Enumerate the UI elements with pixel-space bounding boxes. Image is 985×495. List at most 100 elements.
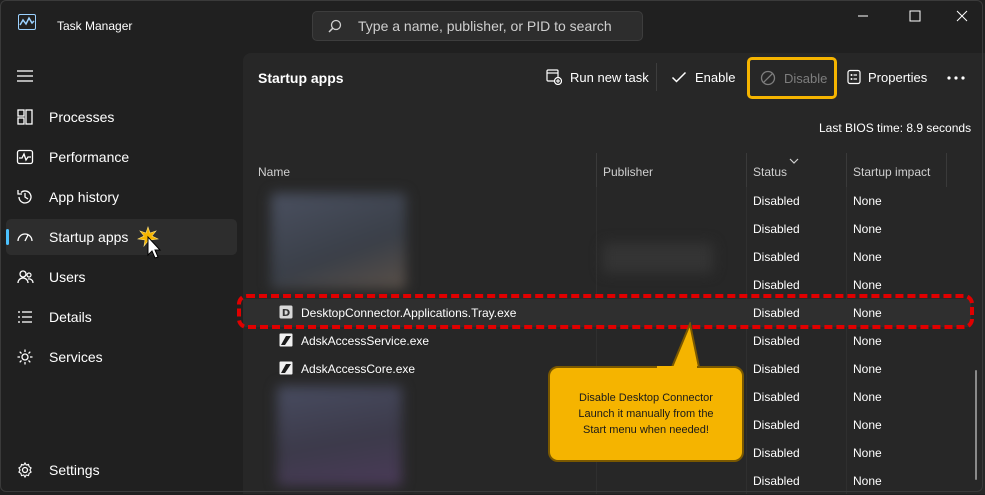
sidebar-item-label: Startup apps bbox=[49, 229, 129, 245]
impact-cell: None bbox=[853, 418, 882, 432]
mouse-cursor-icon bbox=[137, 226, 162, 259]
column-header-startup-impact[interactable]: Startup impact bbox=[853, 165, 930, 179]
status-cell: Disabled bbox=[753, 446, 800, 460]
column-header-name[interactable]: Name bbox=[258, 165, 290, 179]
status-cell: Disabled bbox=[753, 362, 800, 376]
sort-descending-icon bbox=[789, 158, 799, 164]
app-name: AdskAccessCore.exe bbox=[301, 362, 416, 376]
status-cell: Disabled bbox=[753, 250, 800, 264]
impact-cell: None bbox=[853, 474, 882, 488]
column-header-status[interactable]: Status bbox=[753, 165, 787, 179]
status-cell: Disabled bbox=[753, 194, 800, 208]
callout-pointer-join bbox=[657, 366, 697, 370]
enable-button[interactable]: Enable bbox=[671, 67, 741, 89]
column-separator[interactable] bbox=[596, 153, 597, 187]
status-cell: Disabled bbox=[753, 418, 800, 432]
sidebar-item-label: Settings bbox=[49, 462, 100, 478]
sidebar-item-label: Services bbox=[49, 349, 103, 365]
sidebar-item-settings[interactable]: Settings bbox=[6, 452, 237, 488]
sidebar-item-label: App history bbox=[49, 189, 120, 205]
status-cell: Disabled bbox=[753, 222, 800, 236]
title-bar: Task Manager Type a name, publisher, or … bbox=[0, 0, 985, 52]
search-icon bbox=[328, 19, 342, 33]
callout-text-line: Launch it manually from the bbox=[578, 408, 714, 420]
users-icon bbox=[17, 270, 34, 284]
callout-text-line: Start menu when needed! bbox=[583, 424, 709, 436]
sidebar-item-label: Details bbox=[49, 309, 92, 325]
table-row[interactable]: Disabled None bbox=[243, 243, 971, 271]
checkmark-icon bbox=[671, 71, 687, 83]
disable-highlight-box: Disable bbox=[747, 57, 837, 99]
run-new-task-label: Run new task bbox=[570, 70, 649, 85]
callout-text-line: Disable Desktop Connector bbox=[579, 392, 713, 404]
vertical-scrollbar[interactable] bbox=[975, 370, 977, 480]
column-header-publisher[interactable]: Publisher bbox=[603, 165, 653, 179]
properties-icon bbox=[847, 69, 861, 85]
toolbar-divider bbox=[656, 63, 657, 91]
impact-cell: None bbox=[853, 334, 882, 348]
sidebar-item-app-history[interactable]: App history bbox=[6, 179, 237, 215]
table-row[interactable]: AdskAccessService.exe Disabled None bbox=[243, 327, 971, 355]
column-separator[interactable] bbox=[946, 153, 947, 187]
active-indicator bbox=[6, 229, 9, 245]
enable-label: Enable bbox=[695, 70, 736, 85]
sidebar-item-startup-apps[interactable]: Startup apps bbox=[6, 219, 237, 259]
bios-time: Last BIOS time: 8.9 seconds bbox=[819, 121, 972, 135]
table-row[interactable]: Disabled None bbox=[243, 187, 971, 215]
sidebar-item-label: Processes bbox=[49, 109, 115, 125]
status-cell: Disabled bbox=[753, 474, 800, 488]
settings-gear-icon bbox=[18, 461, 32, 479]
sidebar-item-label: Users bbox=[49, 269, 86, 285]
impact-cell: None bbox=[853, 446, 882, 460]
startup-apps-icon bbox=[17, 233, 33, 242]
run-new-task-button[interactable]: Run new task bbox=[546, 67, 656, 89]
disable-label: Disable bbox=[784, 71, 828, 86]
services-icon bbox=[17, 349, 33, 365]
details-icon bbox=[18, 311, 32, 323]
search-placeholder: Type a name, publisher, or PID to search bbox=[358, 18, 612, 34]
minimize-button[interactable] bbox=[848, 6, 878, 26]
sidebar-item-label: Performance bbox=[49, 149, 130, 165]
disable-button[interactable]: Disable bbox=[760, 68, 830, 90]
sidebar-item-processes[interactable]: Processes bbox=[6, 99, 237, 135]
impact-cell: None bbox=[853, 278, 882, 292]
column-separator[interactable] bbox=[746, 153, 747, 187]
more-options-icon[interactable] bbox=[946, 73, 966, 83]
run-new-task-icon bbox=[546, 69, 562, 85]
status-cell: Disabled bbox=[753, 278, 800, 292]
impact-cell: None bbox=[853, 194, 882, 208]
properties-button[interactable]: Properties bbox=[846, 67, 936, 89]
column-separator[interactable] bbox=[846, 153, 847, 187]
table-row[interactable]: Disabled None bbox=[243, 467, 971, 495]
impact-cell: None bbox=[853, 362, 882, 376]
performance-icon bbox=[16, 149, 34, 165]
impact-cell: None bbox=[853, 250, 882, 264]
hamburger-menu-icon[interactable] bbox=[17, 69, 33, 83]
task-manager-icon bbox=[18, 14, 36, 30]
table-header: Name Publisher Status Startup impact bbox=[243, 153, 985, 187]
app-name: AdskAccessService.exe bbox=[301, 334, 430, 348]
callout-pointer bbox=[668, 322, 702, 372]
search-input[interactable]: Type a name, publisher, or PID to search bbox=[312, 11, 643, 41]
impact-cell: None bbox=[853, 222, 882, 236]
status-cell: Disabled bbox=[753, 390, 800, 404]
app-history-icon bbox=[17, 190, 32, 204]
processes-icon bbox=[17, 109, 33, 125]
sidebar-item-performance[interactable]: Performance bbox=[6, 139, 237, 175]
sidebar-item-users[interactable]: Users bbox=[6, 259, 237, 295]
disable-icon bbox=[760, 70, 776, 86]
annotation-callout: Disable Desktop Connector Launch it manu… bbox=[548, 366, 744, 462]
page-title: Startup apps bbox=[258, 70, 344, 86]
autodesk-access-icon bbox=[279, 333, 293, 347]
app-title: Task Manager bbox=[57, 19, 133, 33]
sidebar-item-details[interactable]: Details bbox=[6, 299, 237, 335]
red-dashed-highlight bbox=[237, 294, 974, 329]
sidebar-item-services[interactable]: Services bbox=[6, 339, 237, 375]
table-row[interactable]: Disabled None bbox=[243, 215, 971, 243]
maximize-button[interactable] bbox=[900, 6, 930, 26]
properties-label: Properties bbox=[868, 70, 928, 85]
autodesk-access-icon bbox=[279, 361, 293, 375]
status-cell: Disabled bbox=[753, 334, 800, 348]
impact-cell: None bbox=[853, 390, 882, 404]
close-button[interactable] bbox=[947, 6, 977, 26]
